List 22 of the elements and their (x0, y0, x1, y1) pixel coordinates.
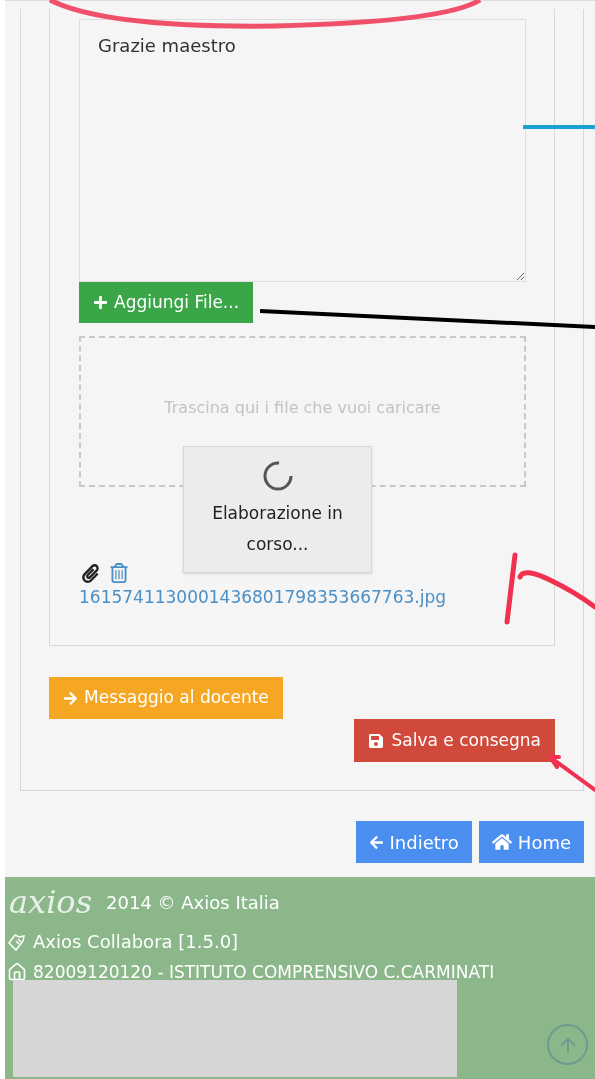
paperclip-icon (81, 563, 100, 583)
annotation-arrow (545, 752, 595, 794)
attachment-link[interactable]: 1615741130001436801798353667763.jpg (79, 585, 525, 611)
house-icon (7, 962, 27, 982)
processing-text: Elaborazione in corso... (211, 501, 344, 556)
message-teacher-button[interactable]: Messaggio al docente (49, 677, 283, 719)
spinner-icon (261, 459, 294, 492)
plus-icon (93, 295, 108, 310)
copyright-text: 2014 © Axios Italia (106, 890, 280, 915)
school-text: 82009120120 - ISTITUTO COMPRENSIVO C.CARMINATI (33, 961, 495, 984)
add-file-button[interactable]: Aggiungi File... (79, 282, 254, 323)
annotation-line (523, 124, 595, 130)
app-version-text: Axios Collabora [1.5.0] (33, 930, 239, 954)
nav-button[interactable]: Indietro (355, 821, 472, 863)
arrow-right-icon (63, 690, 78, 706)
trash-icon[interactable] (110, 563, 128, 583)
arrow-left-icon (368, 834, 384, 850)
nav-button[interactable]: Home (478, 821, 584, 863)
footer-logo: axios (9, 885, 93, 919)
home-icon (491, 832, 512, 852)
save-deliver-button[interactable]: Salva e consegna (353, 719, 555, 762)
message-textarea[interactable]: Grazie maestro (79, 19, 526, 282)
